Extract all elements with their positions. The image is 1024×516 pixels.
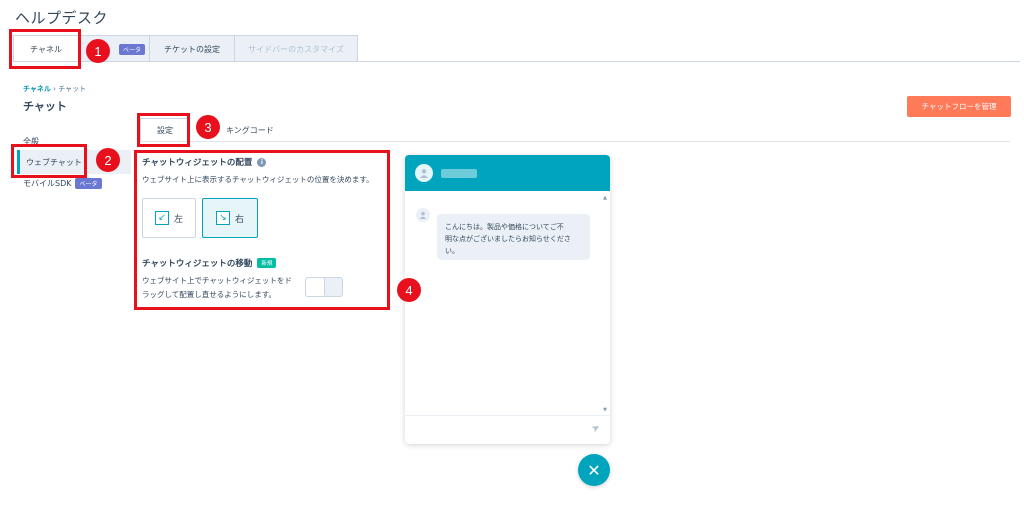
callout-number-3: 3 <box>196 115 220 139</box>
callout-box-2 <box>11 144 87 178</box>
breadcrumb: チャネル › チャット <box>23 84 86 94</box>
breadcrumb-separator: › <box>53 85 56 93</box>
settings-tabs: 設定 キングコード <box>138 118 1010 142</box>
chat-widget-preview: こんにちは。製品や価格についてご不 明な点がございましたらお知らせくださ い。 … <box>405 155 610 444</box>
app-title: ヘルプデスク <box>15 9 109 27</box>
callout-number-4: 4 <box>397 278 421 302</box>
chat-welcome-message: こんにちは。製品や価格についてご不 明な点がございましたらお知らせくださ い。 <box>437 214 590 260</box>
callout-number-2: 2 <box>96 148 120 172</box>
breadcrumb-current: チャット <box>58 85 87 93</box>
chat-message-line: い。 <box>445 247 459 255</box>
scroll-up-icon[interactable]: ▲ <box>602 195 608 201</box>
close-chat-button[interactable]: ✕ <box>578 454 610 486</box>
manage-chatflow-button[interactable]: チャットフローを管理 <box>907 96 1011 117</box>
callout-number-1: 1 <box>86 39 110 63</box>
user-icon <box>420 169 428 178</box>
chat-header <box>405 155 610 191</box>
callout-box-3 <box>137 113 190 147</box>
avatar <box>415 164 433 182</box>
callout-box-1 <box>9 29 81 69</box>
scroll-down-icon[interactable]: ▼ <box>602 407 608 413</box>
avatar <box>416 208 430 222</box>
user-icon <box>419 211 427 219</box>
top-tabs-divider <box>14 61 1020 62</box>
chat-message-line: 明な点がございましたらお知らせくださ <box>445 235 571 243</box>
callout-box-4 <box>134 150 390 310</box>
tab-ticket-settings[interactable]: チケットの設定 <box>149 35 235 62</box>
send-icon[interactable]: ➤ <box>589 422 602 436</box>
tab-sidebar-customize[interactable]: サイドバーのカスタマイズ <box>234 35 358 62</box>
beta-badge: ベータ <box>118 43 145 55</box>
chat-message-line: こんにちは。製品や価格についてご不 <box>445 223 564 231</box>
breadcrumb-link[interactable]: チャネル <box>23 85 51 93</box>
chat-input-divider <box>405 415 610 416</box>
tab-tracking-code[interactable]: キングコード <box>226 118 276 142</box>
chat-agent-name-blurred <box>441 169 477 178</box>
chat-scrollbar[interactable]: ▲ ▼ <box>602 195 608 413</box>
page-title: チャット <box>23 100 67 113</box>
settings-tabs-divider <box>138 141 1010 142</box>
sidenav-item-label: モバイルSDK <box>23 178 72 188</box>
beta-badge: ベータ <box>75 177 102 189</box>
